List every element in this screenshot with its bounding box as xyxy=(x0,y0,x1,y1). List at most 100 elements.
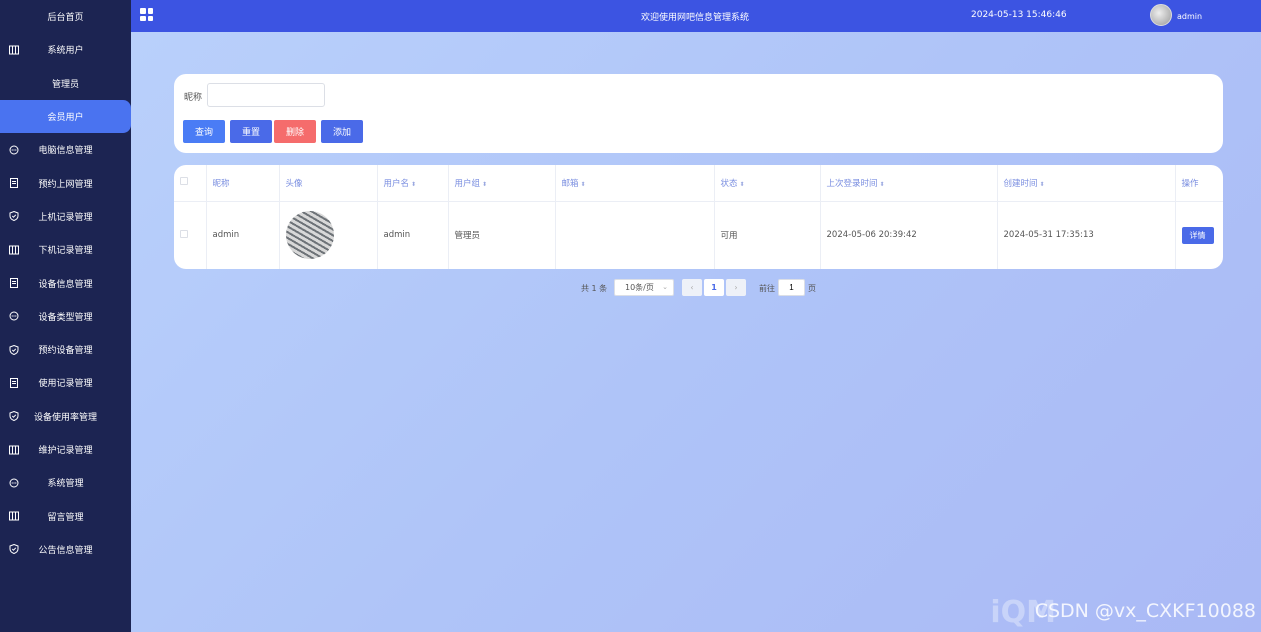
page-number-current[interactable]: 1 xyxy=(704,279,724,296)
sort-icon[interactable]: ⬍ xyxy=(1040,181,1045,188)
sidebar-item-7[interactable]: 下机记录管理 xyxy=(0,233,131,266)
sidebar-item-label: 电脑信息管理 xyxy=(38,146,93,157)
page-size-select[interactable]: 10条/页 ⌄ xyxy=(614,279,674,296)
select-all-header[interactable] xyxy=(174,165,207,202)
sidebar-item-11[interactable]: 使用记录管理 xyxy=(0,366,131,399)
cell-group: 管理员 xyxy=(448,201,556,269)
member-avatar-image xyxy=(285,211,334,260)
sidebar-item-6[interactable]: 上机记录管理 xyxy=(0,200,131,233)
chat-icon xyxy=(9,145,19,155)
top-bar: 欢迎使用网吧信息管理系统 2024-05-13 15:46:46 admin xyxy=(131,0,1261,32)
shield-icon xyxy=(9,544,19,555)
user-table-panel: 昵称 头像 用户名 ⬍ 用户组 ⬍ 邮箱 ⬍ 状态 ⬍ 上次登录时间 ⬍ 创建时间 ⬍ 操作… xyxy=(174,165,1223,269)
sidebar-item-label: 设备使用率管理 xyxy=(33,412,97,423)
query-button[interactable]: 查询 xyxy=(183,120,225,143)
sort-icon[interactable]: ⬍ xyxy=(411,181,416,188)
sort-icon[interactable]: ⬍ xyxy=(581,181,586,188)
chevron-right-icon: › xyxy=(734,283,738,292)
row-checkbox[interactable] xyxy=(180,229,188,238)
delete-button[interactable]: 删除 xyxy=(274,120,316,143)
chat-icon xyxy=(9,478,19,488)
sidebar-item-label: 设备类型管理 xyxy=(38,312,93,323)
sort-icon[interactable]: ⬍ xyxy=(880,181,885,188)
sidebar-item-9[interactable]: 设备类型管理 xyxy=(0,300,131,333)
row-select-cell[interactable] xyxy=(174,201,207,269)
columns-icon xyxy=(9,445,19,455)
sidebar-item-3[interactable]: 会员用户 xyxy=(0,99,131,134)
sidebar-item-16[interactable]: 公告信息管理 xyxy=(0,533,131,566)
columns-icon xyxy=(9,45,19,55)
sidebar-item-label: 上机记录管理 xyxy=(38,212,93,223)
sidebar-item-label: 使用记录管理 xyxy=(38,379,93,390)
reset-button[interactable]: 重置 xyxy=(230,120,272,143)
column-header-username[interactable]: 用户名 ⬍ xyxy=(377,165,449,202)
column-header-group[interactable]: 用户组 ⬍ xyxy=(448,165,556,202)
chevron-down-icon: ⌄ xyxy=(662,283,668,291)
total-count: 共 1 条 xyxy=(581,284,608,293)
sort-icon[interactable]: ⬍ xyxy=(482,181,487,188)
goto-label: 前往 xyxy=(759,284,775,293)
shield-icon xyxy=(9,411,19,422)
sidebar-item-label: 管理员 xyxy=(51,79,79,90)
sidebar-item-1[interactable]: 系统用户 xyxy=(0,33,131,66)
search-panel: 昵称 查询 重置 删除 添加 xyxy=(174,74,1223,153)
main-content: 昵称 查询 重置 删除 添加 昵称 头像 用户名 ⬍ 用户组 ⬍ 邮箱 ⬍ 状态 ⬍ 上… xyxy=(131,32,1261,632)
column-header-created[interactable]: 创建时间 ⬍ xyxy=(997,165,1176,202)
page-unit-label: 页 xyxy=(808,284,816,293)
sidebar-item-8[interactable]: 设备信息管理 xyxy=(0,266,131,299)
user-table: 昵称 头像 用户名 ⬍ 用户组 ⬍ 邮箱 ⬍ 状态 ⬍ 上次登录时间 ⬍ 创建时间 ⬍ 操作… xyxy=(174,165,1223,269)
cell-actions: 详情 xyxy=(1175,201,1223,269)
sidebar-item-label: 设备信息管理 xyxy=(38,279,93,290)
user-avatar[interactable] xyxy=(1150,4,1172,26)
column-header-actions: 操作 xyxy=(1175,165,1223,202)
sidebar-item-14[interactable]: 系统管理 xyxy=(0,466,131,499)
sidebar-item-label: 预约设备管理 xyxy=(38,346,93,357)
sidebar-item-10[interactable]: 预约设备管理 xyxy=(0,333,131,366)
column-header-avatar: 头像 xyxy=(279,165,378,202)
document-icon xyxy=(9,178,19,189)
shield-icon xyxy=(9,344,19,355)
cell-email xyxy=(555,201,715,269)
sidebar-item-13[interactable]: 维护记录管理 xyxy=(0,433,131,466)
detail-button[interactable]: 详情 xyxy=(1181,226,1214,244)
column-header-nickname: 昵称 xyxy=(206,165,280,202)
table-header-row: 昵称 头像 用户名 ⬍ 用户组 ⬍ 邮箱 ⬍ 状态 ⬍ 上次登录时间 ⬍ 创建时间 ⬍ 操作 xyxy=(174,165,1223,202)
sidebar-item-2[interactable]: 管理员 xyxy=(0,67,131,100)
next-page-button[interactable]: › xyxy=(726,279,746,296)
prev-page-button[interactable]: ‹ xyxy=(682,279,702,296)
select-all-checkbox[interactable] xyxy=(180,177,188,186)
nickname-search-label: 昵称 xyxy=(184,93,203,103)
sidebar-item-label: 会员用户 xyxy=(47,113,84,124)
columns-icon xyxy=(9,511,19,521)
add-button[interactable]: 添加 xyxy=(321,120,363,143)
pagination: 共 1 条 10条/页⌄ ‹ 1 › 前往 页 xyxy=(131,279,1261,297)
column-header-status[interactable]: 状态 ⬍ xyxy=(714,165,821,202)
sidebar-item-label: 留言管理 xyxy=(47,512,84,523)
goto-page-input[interactable] xyxy=(778,279,805,296)
chat-icon xyxy=(9,311,19,321)
cell-nickname: admin xyxy=(206,201,280,269)
sidebar-item-12[interactable]: 设备使用率管理 xyxy=(0,400,131,433)
sidebar-item-15[interactable]: 留言管理 xyxy=(0,499,131,532)
menu-grid-icon[interactable] xyxy=(140,8,153,21)
cell-created: 2024-05-31 17:35:13 xyxy=(997,201,1176,269)
document-icon xyxy=(9,377,19,388)
cell-last-login: 2024-05-06 20:39:42 xyxy=(820,201,998,269)
nickname-search-input[interactable] xyxy=(207,83,325,107)
sort-icon[interactable]: ⬍ xyxy=(740,181,745,188)
column-header-email[interactable]: 邮箱 ⬍ xyxy=(555,165,715,202)
sidebar-item-label: 系统管理 xyxy=(47,479,84,490)
sidebar-item-label: 预约上网管理 xyxy=(38,179,93,190)
sidebar-item-0[interactable]: 后台首页 xyxy=(0,0,131,33)
sidebar-item-5[interactable]: 预约上网管理 xyxy=(0,166,131,199)
cell-username: admin xyxy=(377,201,449,269)
sidebar-item-label: 公告信息管理 xyxy=(38,545,93,556)
username-label[interactable]: admin xyxy=(1177,12,1202,21)
sidebar-item-label: 系统用户 xyxy=(47,46,84,57)
sidebar-item-4[interactable]: 电脑信息管理 xyxy=(0,133,131,166)
column-header-last-login[interactable]: 上次登录时间 ⬍ xyxy=(820,165,998,202)
cell-avatar xyxy=(279,201,378,269)
chevron-left-icon: ‹ xyxy=(690,283,694,292)
table-row: admin admin 管理员 可用 2024-05-06 20:39:42 2… xyxy=(174,201,1223,269)
sidebar-item-label: 维护记录管理 xyxy=(38,446,93,456)
